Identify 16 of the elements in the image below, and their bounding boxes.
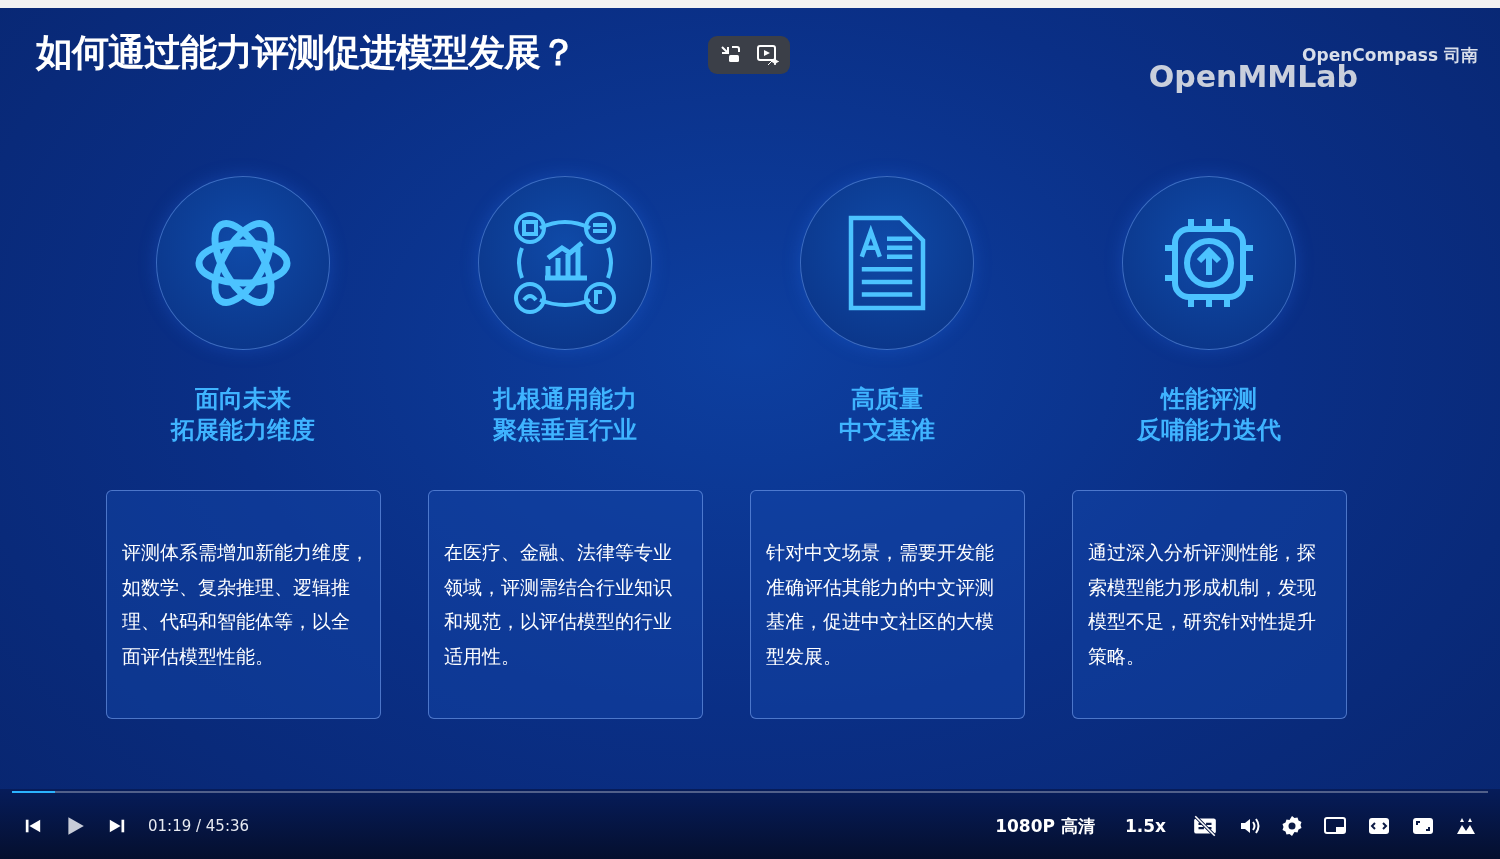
column-heading: 扎根通用能力 聚焦垂直行业: [493, 384, 637, 446]
settings-icon[interactable]: [1280, 814, 1304, 838]
video-sparkle-icon[interactable]: [756, 43, 780, 67]
card-paragraph: 通过深入分析评测性能，探 索模型能力形成机制，发现 模型不足，研究针对性提升 策略。: [1087, 540, 1317, 669]
speed-button[interactable]: 1.5x: [1118, 814, 1172, 838]
quality-button[interactable]: 1080P 高清: [989, 812, 1101, 840]
slide-title: 如何通过能力评测促进模型发展？: [36, 30, 577, 76]
next-icon[interactable]: [108, 817, 126, 835]
column-heading: 面向未来 拓展能力维度: [171, 384, 315, 446]
card-paragraph: 评测体系需增加新能力维度， 如数学、复杂推理、逻辑推 理、代码和智能体等，以全 面评估模型性能。: [121, 540, 370, 669]
card-paragraph: 针对中文场景，需要开发能 准确评估其能力的中文评测 基准，促进中文社区的大模 型发展。: [765, 540, 995, 669]
previous-icon[interactable]: [24, 817, 42, 835]
playback-time: 01:19 / 45:36: [148, 817, 250, 835]
column-heading: 性能评测 反哺能力迭代: [1137, 384, 1281, 446]
card-paragraph: 在医疗、金融、法律等专业 领域，评测需结合行业知识 和规范，以评估模型的行业 适用性。: [443, 540, 673, 669]
column-heading: 高质量 中文基准: [839, 384, 935, 446]
